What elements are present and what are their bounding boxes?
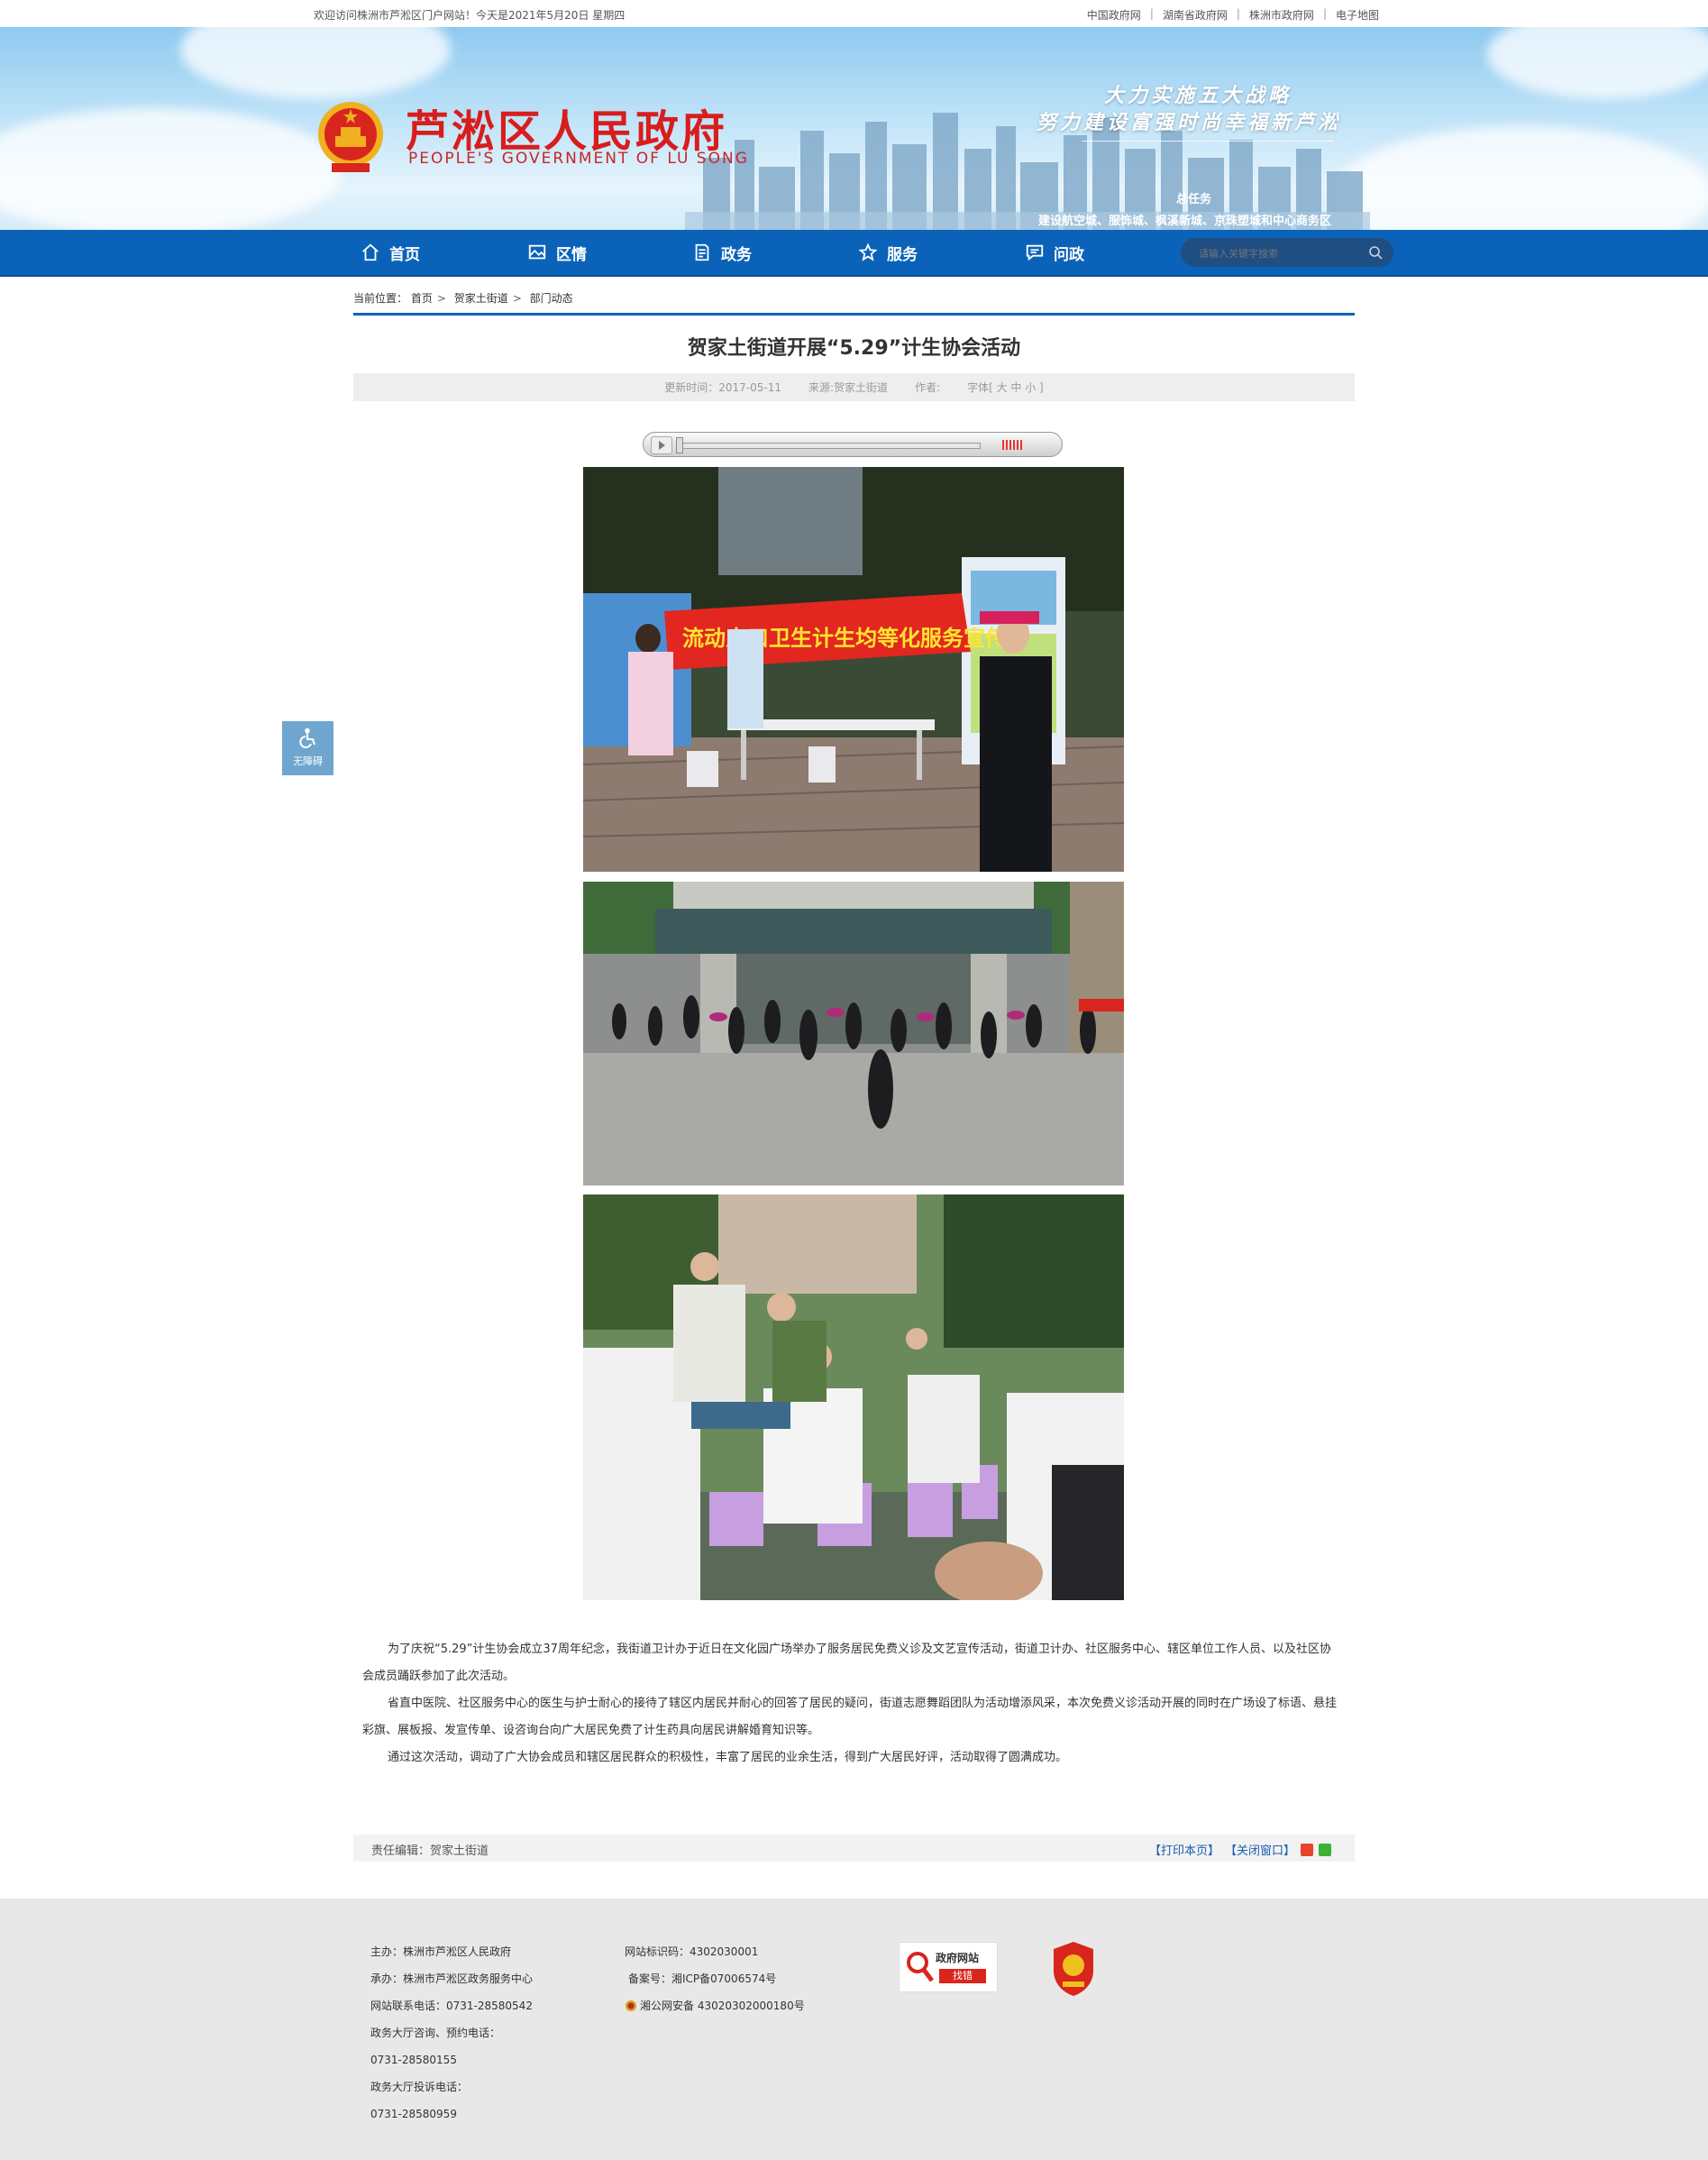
search-input[interactable] [1197, 244, 1363, 262]
article-source: 来源:贺家土街道 [808, 381, 889, 394]
dance-performance-photo [583, 882, 1124, 1185]
link-china-gov[interactable]: 中国政府网 [1078, 7, 1150, 23]
responsible-editor: 责任编辑：贺家土街道 [371, 1844, 489, 1858]
site-id-code: 网站标识码：4302030001 [625, 1945, 759, 1958]
paragraph: 通过这次活动，调动了广大协会成员和辖区居民群众的积极性，丰富了居民的业余生活，得… [388, 1751, 1068, 1764]
link-hunan-gov[interactable]: 湖南省政府网 [1154, 7, 1237, 23]
magnifier-icon [907, 1952, 934, 1982]
icp-record[interactable]: 备案号：湘ICP备07006574号 [625, 1965, 805, 1992]
task-text: 建设航空城、服饰城、枫溪新城、京珠塑城和中心商务区 [1038, 215, 1332, 228]
footer-complaint-phone: 0731-28580959 [370, 2108, 457, 2120]
nav-item-services[interactable]: 服务 [858, 230, 918, 275]
chat-icon [1026, 244, 1044, 261]
progress-track[interactable] [676, 443, 981, 449]
slogan-line-2: 努力建设富强时尚幸福新芦淞 [1037, 111, 1342, 134]
national-emblem-icon [318, 102, 383, 172]
breadcrumb-dept-news[interactable]: 部门动态 [530, 292, 573, 305]
breadcrumb: 当前位置： 首页 > 贺家土街道 > 部门动态 [353, 292, 573, 305]
breadcrumb-prefix: 当前位置： [353, 292, 408, 305]
article-meta: 更新时间：2017-05-11 来源:贺家土街道 作者: 字体[ 大 中 小 ] [353, 373, 1355, 401]
volunteers-banner-photo: 流动人口卫生计生均等化服务宣传 [583, 467, 1124, 872]
home-icon [362, 243, 379, 261]
site-subtitle: PEOPLE'S GOVERNMENT OF LU SONG [408, 150, 749, 168]
top-links: 中国政府网 | 湖南省政府网 | 株洲市政府网 | 电子地图 [1078, 7, 1388, 23]
top-bar: 欢迎访问株洲市芦淞区门户网站！今天是2021年5月20日 星期四 中国政府网 | … [0, 0, 1708, 27]
article-actions: 【打印本页】 【关闭窗口】 [1149, 1841, 1331, 1858]
nav-item-government-affairs[interactable]: 政务 [692, 230, 752, 275]
update-time: 更新时间：2017-05-11 [664, 381, 782, 394]
star-icon [858, 243, 878, 261]
police-record-text: 湘公网安备 43020302000180号 [640, 2000, 805, 2012]
footer-info-right: 网站标识码：4302030001 备案号：湘ICP备07006574号 湘公网安… [625, 1938, 805, 2019]
search-icon[interactable] [1368, 245, 1383, 260]
link-zhuzhou-gov[interactable]: 株洲市政府网 [1240, 7, 1323, 23]
link-e-map[interactable]: 电子地图 [1327, 7, 1388, 23]
article-title: 贺家土街道开展“5.29”计生协会活动 [687, 337, 1021, 360]
audio-player [643, 432, 1063, 457]
wechat-share-icon[interactable] [1319, 1843, 1331, 1856]
gov-site-error-badge[interactable]: 政府网站 找错 [899, 1942, 998, 1992]
article-author: 作者: [915, 381, 941, 394]
footer-phone: 网站联系电话：0731-28580542 [370, 2000, 533, 2012]
police-record[interactable]: 湘公网安备 43020302000180号 [625, 1992, 805, 2019]
nav-item-home[interactable]: 首页 [361, 230, 420, 275]
nav-label: 服务 [887, 245, 918, 264]
play-button[interactable] [651, 436, 672, 454]
footer-consult-label: 政务大厅咨询、预约电话： [370, 2027, 501, 2039]
footer: 主办：株洲市芦淞区人民政府 承办：株洲市芦淞区政务服务中心 网站联系电话：073… [0, 1899, 1708, 2160]
footer-organizer: 承办：株洲市芦淞区政务服务中心 [370, 1972, 534, 1985]
font-size-control[interactable]: 字体[ 大 中 小 ] [967, 380, 1044, 395]
header-banner: 芦淞区人民政府 PEOPLE'S GOVERNMENT OF LU SONG 大… [0, 27, 1708, 230]
party-organ-icon[interactable] [1050, 1940, 1097, 1998]
breadcrumb-divider [353, 313, 1355, 316]
nav-item-inquiry[interactable]: 问政 [1025, 230, 1084, 275]
editor-bar: 责任编辑：贺家土街道 【打印本页】 【关闭窗口】 [353, 1835, 1355, 1862]
breadcrumb-street[interactable]: 贺家土街道 [454, 292, 508, 305]
badge-title: 政府网站 [936, 1952, 980, 1964]
free-clinic-photo [583, 1194, 1124, 1600]
progress-handle[interactable] [676, 437, 683, 453]
close-window-button[interactable]: 【关闭窗口】 [1225, 1841, 1295, 1858]
paragraph: 省直中医院、社区服务中心的医生与护士耐心的接待了辖区内居民并耐心的回答了居民的疑… [362, 1697, 1338, 1737]
main-nav: 首页 区情 政务 服务 问政 [0, 230, 1708, 277]
accessibility-button[interactable]: 无障碍 [282, 721, 333, 775]
paragraph: 为了庆祝“5.29”计生协会成立37周年纪念，我街道卫计办于近日在文化园广场举办… [362, 1643, 1331, 1683]
volume-control[interactable] [1002, 440, 1022, 450]
footer-consult-phone: 0731-28580155 [370, 2054, 457, 2066]
nav-label: 区情 [556, 245, 587, 264]
nav-label: 政务 [721, 245, 752, 264]
police-badge-icon [626, 2000, 636, 2011]
badge-action: 找错 [939, 1969, 986, 1983]
footer-host: 主办：株洲市芦淞区人民政府 [370, 1945, 512, 1958]
footer-complaint-label: 政务大厅投诉电话： [370, 2081, 469, 2093]
footer-info-left: 主办：株洲市芦淞区人民政府 承办：株洲市芦淞区政务服务中心 网站联系电话：073… [370, 1938, 533, 2128]
image-icon [528, 244, 546, 260]
nav-item-district[interactable]: 区情 [527, 230, 587, 275]
print-button[interactable]: 【打印本页】 [1149, 1841, 1219, 1858]
welcome-text: 欢迎访问株洲市芦淞区门户网站！今天是2021年5月20日 星期四 [314, 9, 626, 22]
breadcrumb-home[interactable]: 首页 [411, 292, 433, 305]
nav-label: 问政 [1054, 245, 1084, 264]
weibo-share-icon[interactable] [1301, 1843, 1313, 1856]
search-box [1181, 238, 1393, 267]
document-icon [695, 243, 709, 261]
slogan-divider [1082, 141, 1334, 142]
task-label: 总任务 [1176, 193, 1212, 206]
slogan-line-1: 大力实施五大战略 [1104, 84, 1292, 107]
nav-label: 首页 [389, 245, 420, 264]
wheelchair-icon [298, 728, 315, 748]
accessibility-label: 无障碍 [293, 755, 323, 767]
article-body: 为了庆祝“5.29”计生协会成立37周年纪念，我街道卫计办于近日在文化园广场举办… [362, 1636, 1338, 1771]
